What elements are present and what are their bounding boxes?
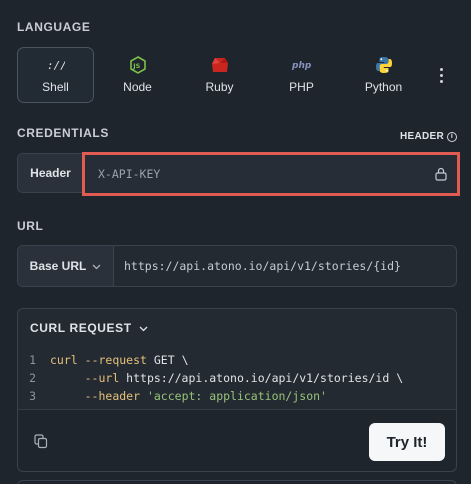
language-option-label: Ruby — [205, 80, 234, 94]
curl-request-toggle[interactable]: CURL REQUEST — [30, 321, 148, 335]
base-url-label: Base URL — [29, 259, 87, 273]
header-toggle[interactable]: HEADER i — [400, 131, 457, 142]
try-it-button[interactable]: Try It! — [369, 423, 445, 461]
python-icon — [375, 56, 393, 74]
language-option-label: Shell — [42, 80, 69, 94]
credentials-field-label: Header — [18, 154, 84, 192]
language-option-label: Python — [364, 80, 403, 94]
credentials-section-label: CREDENTIALS — [17, 126, 109, 140]
curl-footer: Try It! — [18, 409, 456, 471]
line-number: 3 — [29, 389, 36, 403]
code-line: 3 --header 'accept: application/json' — [18, 387, 456, 405]
language-option-php[interactable]: php PHP — [263, 47, 340, 103]
language-selector: :/// Shell JS Node Ruby php PH — [17, 47, 457, 103]
code-block: 1 curl --request GET \ 2 --url https://api… — [18, 351, 456, 405]
code-token: --request — [84, 353, 147, 367]
code-token: https://api.atono.io/api/v1/stories/id \ — [119, 371, 404, 385]
code-line: 1 curl --request GET \ — [18, 351, 456, 369]
language-option-label: PHP — [289, 80, 314, 94]
php-icon: php — [292, 56, 312, 74]
chevron-down-icon — [139, 321, 148, 335]
header-toggle-label: HEADER — [399, 131, 444, 142]
lock-icon — [435, 167, 447, 186]
curl-request-title: CURL REQUEST — [30, 321, 132, 335]
language-option-shell[interactable]: :/// Shell — [17, 47, 94, 103]
code-token: --header — [84, 389, 141, 403]
svg-text:php: php — [292, 61, 312, 71]
copy-icon[interactable] — [34, 434, 48, 454]
language-option-label: Node — [123, 80, 152, 94]
ruby-icon — [211, 56, 229, 74]
info-icon: i — [447, 131, 457, 142]
url-section-label: URL — [17, 219, 44, 233]
base-url-dropdown[interactable]: Base URL — [18, 246, 114, 286]
api-key-input[interactable] — [98, 167, 418, 181]
line-number: 1 — [29, 353, 36, 367]
language-option-python[interactable]: Python — [345, 47, 422, 103]
language-option-ruby[interactable]: Ruby — [181, 47, 258, 103]
code-token: GET \ — [146, 353, 189, 367]
svg-text:JS: JS — [132, 62, 140, 70]
language-section-label: LANGUAGE — [17, 20, 91, 34]
more-vertical-icon[interactable] — [431, 47, 451, 103]
api-key-input-highlight — [82, 152, 460, 196]
credentials-field: Header — [17, 152, 460, 196]
line-number: 2 — [29, 371, 36, 385]
language-option-node[interactable]: JS Node — [99, 47, 176, 103]
next-panel-edge — [17, 480, 457, 484]
chevron-down-icon — [92, 259, 101, 273]
shell-icon: :/// — [47, 56, 65, 74]
nodejs-icon: JS — [129, 56, 146, 74]
svg-text::///: :/// — [47, 59, 65, 72]
code-token: --url — [84, 371, 120, 385]
code-token: curl — [50, 353, 78, 367]
code-token: 'accept: application/json' — [146, 389, 327, 403]
curl-request-panel: CURL REQUEST 1 curl --request GET \ 2 --ur… — [17, 308, 457, 472]
code-line: 2 --url https://api.atono.io/api/v1/stor… — [18, 369, 456, 387]
url-value[interactable]: https://api.atono.io/api/v1/stories/{id} — [114, 259, 401, 273]
url-field: Base URL https://api.atono.io/api/v1/sto… — [17, 245, 457, 287]
